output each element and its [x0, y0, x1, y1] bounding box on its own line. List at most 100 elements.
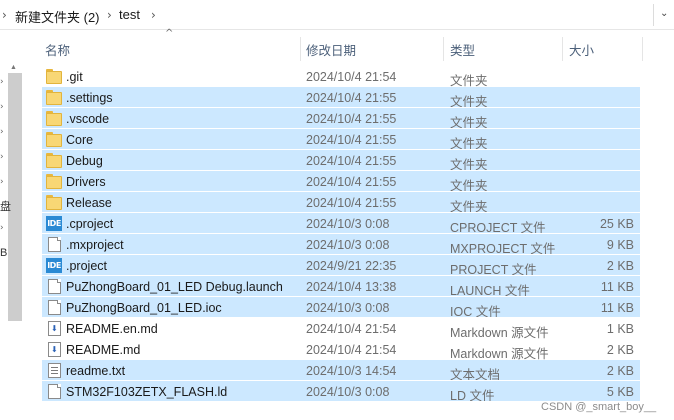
file-name: Core: [66, 133, 94, 147]
nav-item-label[interactable]: B: [0, 247, 7, 259]
date-modified: 2024/10/3 0:08: [306, 385, 390, 399]
markdown-icon: ⬇: [48, 321, 61, 336]
file-size: 9 KB: [606, 238, 634, 252]
ide-icon: IDE: [46, 216, 62, 231]
expand-chevron-icon[interactable]: ›: [0, 77, 4, 87]
date-modified: 2024/10/3 0:08: [306, 301, 390, 315]
file-size: 5 KB: [606, 385, 634, 399]
date-modified: 2024/10/4 21:55: [306, 175, 397, 189]
expand-chevron-icon[interactable]: ›: [0, 152, 4, 162]
date-modified: 2024/10/4 21:54: [306, 322, 397, 336]
file-name: .cproject: [66, 217, 114, 231]
file-row[interactable]: Debug 2024/10/4 21:55 文件夹: [42, 150, 640, 172]
file-name: .mxproject: [66, 238, 124, 252]
expand-chevron-icon[interactable]: ›: [0, 223, 4, 233]
document-icon: [48, 300, 61, 315]
column-header: ^ 名称 修改日期 类型 大小: [24, 28, 674, 63]
date-modified: 2024/10/4 21:55: [306, 133, 397, 147]
file-row[interactable]: ⬇ README.en.md 2024/10/4 21:54 Markdown 源文件…: [42, 318, 640, 340]
folder-icon: [46, 90, 62, 105]
date-modified: 2024/10/4 21:55: [306, 112, 397, 126]
folder-icon: [46, 69, 62, 84]
column-divider[interactable]: [642, 37, 643, 61]
ide-icon: IDE: [46, 258, 62, 273]
text-file-icon: [48, 363, 61, 378]
breadcrumb-chevron-icon[interactable]: ›: [107, 8, 112, 22]
file-size: 2 KB: [606, 364, 634, 378]
column-header-type[interactable]: 类型: [450, 40, 475, 59]
date-modified: 2024/10/3 0:08: [306, 238, 390, 252]
file-row[interactable]: Release 2024/10/4 21:55 文件夹: [42, 192, 640, 214]
file-name: PuZhongBoard_01_LED.ioc: [66, 301, 222, 315]
column-header-name[interactable]: 名称: [45, 40, 70, 59]
document-icon: [48, 237, 61, 252]
file-name: readme.txt: [66, 364, 126, 378]
expand-chevron-icon[interactable]: ›: [0, 102, 4, 112]
file-size: 25 KB: [599, 217, 634, 231]
file-name: .git: [66, 70, 83, 84]
expand-chevron-icon[interactable]: ›: [0, 127, 4, 137]
date-modified: 2024/10/4 13:38: [306, 280, 397, 294]
breadcrumb-chevron-icon[interactable]: ›: [2, 8, 7, 22]
scroll-up-icon[interactable]: ▲: [10, 64, 17, 71]
date-modified: 2024/10/4 21:55: [306, 91, 397, 105]
column-header-size[interactable]: 大小: [569, 40, 594, 59]
file-row[interactable]: .git 2024/10/4 21:54 文件夹: [42, 66, 640, 88]
date-modified: 2024/10/3 14:54: [306, 364, 397, 378]
column-divider[interactable]: [300, 37, 301, 61]
expand-chevron-icon[interactable]: ›: [0, 177, 4, 187]
nav-item-label[interactable]: 盘: [0, 198, 11, 214]
file-name: Drivers: [66, 175, 106, 189]
date-modified: 2024/10/4 21:54: [306, 70, 397, 84]
file-size: 11 KB: [600, 280, 634, 294]
date-modified: 2024/10/4 21:55: [306, 196, 397, 210]
file-row[interactable]: STM32F103ZETX_FLASH.ld 2024/10/3 0:08 LD 文…: [42, 381, 640, 403]
file-size: 2 KB: [606, 343, 634, 357]
breadcrumb-item-current-folder[interactable]: test: [119, 7, 140, 22]
file-list[interactable]: .git 2024/10/4 21:54 文件夹 .settings 2024/10/4…: [42, 66, 640, 403]
breadcrumb-chevron-icon[interactable]: ›: [151, 8, 156, 22]
document-icon: [48, 279, 61, 294]
address-bar[interactable]: › 新建文件夹 (2) › test › ⌄: [0, 0, 674, 30]
column-divider[interactable]: [562, 37, 563, 61]
file-row[interactable]: readme.txt 2024/10/3 14:54 文本文档 2 KB: [42, 360, 640, 382]
navigation-pane[interactable]: ▲ › › › › › 盘 › B: [0, 31, 24, 420]
file-name: README.en.md: [66, 322, 158, 336]
file-row[interactable]: ⬇ README.md 2024/10/4 21:54 Markdown 源文件 2 K…: [42, 339, 640, 361]
column-divider[interactable]: [443, 37, 444, 61]
column-header-date-modified[interactable]: 修改日期: [306, 40, 356, 59]
markdown-icon: ⬇: [48, 342, 61, 357]
watermark: CSDN @_smart_boy__: [541, 401, 657, 413]
file-row[interactable]: .vscode 2024/10/4 21:55 文件夹: [42, 108, 640, 130]
file-name: .vscode: [66, 112, 110, 126]
file-row[interactable]: PuZhongBoard_01_LED Debug.launch 2024/10/…: [42, 276, 640, 298]
file-row[interactable]: Drivers 2024/10/4 21:55 文件夹: [42, 171, 640, 193]
file-row[interactable]: .settings 2024/10/4 21:55 文件夹: [42, 87, 640, 109]
chevron-down-icon[interactable]: ⌄: [660, 8, 668, 19]
date-modified: 2024/10/3 0:08: [306, 217, 390, 231]
file-row[interactable]: IDE .cproject 2024/10/3 0:08 CPROJECT 文件 25 …: [42, 213, 640, 235]
divider: [653, 4, 654, 26]
file-name: .settings: [66, 91, 113, 105]
date-modified: 2024/10/4 21:54: [306, 343, 397, 357]
file-row[interactable]: IDE .project 2024/9/21 22:35 PROJECT 文件 2 KB: [42, 255, 640, 277]
navigation-scrollbar[interactable]: [8, 73, 22, 321]
file-size: 11 KB: [600, 301, 634, 315]
file-name: README.md: [66, 343, 141, 357]
file-name: STM32F103ZETX_FLASH.ld: [66, 385, 228, 399]
file-name: .project: [66, 259, 107, 273]
folder-icon: [46, 132, 62, 147]
folder-icon: [46, 195, 62, 210]
file-row[interactable]: Core 2024/10/4 21:55 文件夹: [42, 129, 640, 151]
folder-icon: [46, 153, 62, 168]
date-modified: 2024/9/21 22:35: [306, 259, 397, 273]
folder-icon: [46, 111, 62, 126]
sort-ascending-icon: ^: [165, 28, 174, 39]
file-name: PuZhongBoard_01_LED Debug.launch: [66, 280, 283, 294]
file-row[interactable]: PuZhongBoard_01_LED.ioc 2024/10/3 0:08 IOC…: [42, 297, 640, 319]
breadcrumb-item-parent-folder[interactable]: 新建文件夹 (2): [15, 7, 100, 26]
file-size: 1 KB: [606, 322, 634, 336]
file-row[interactable]: .mxproject 2024/10/3 0:08 MXPROJECT 文件 9 KB: [42, 234, 640, 256]
document-icon: [48, 384, 61, 399]
date-modified: 2024/10/4 21:55: [306, 154, 397, 168]
